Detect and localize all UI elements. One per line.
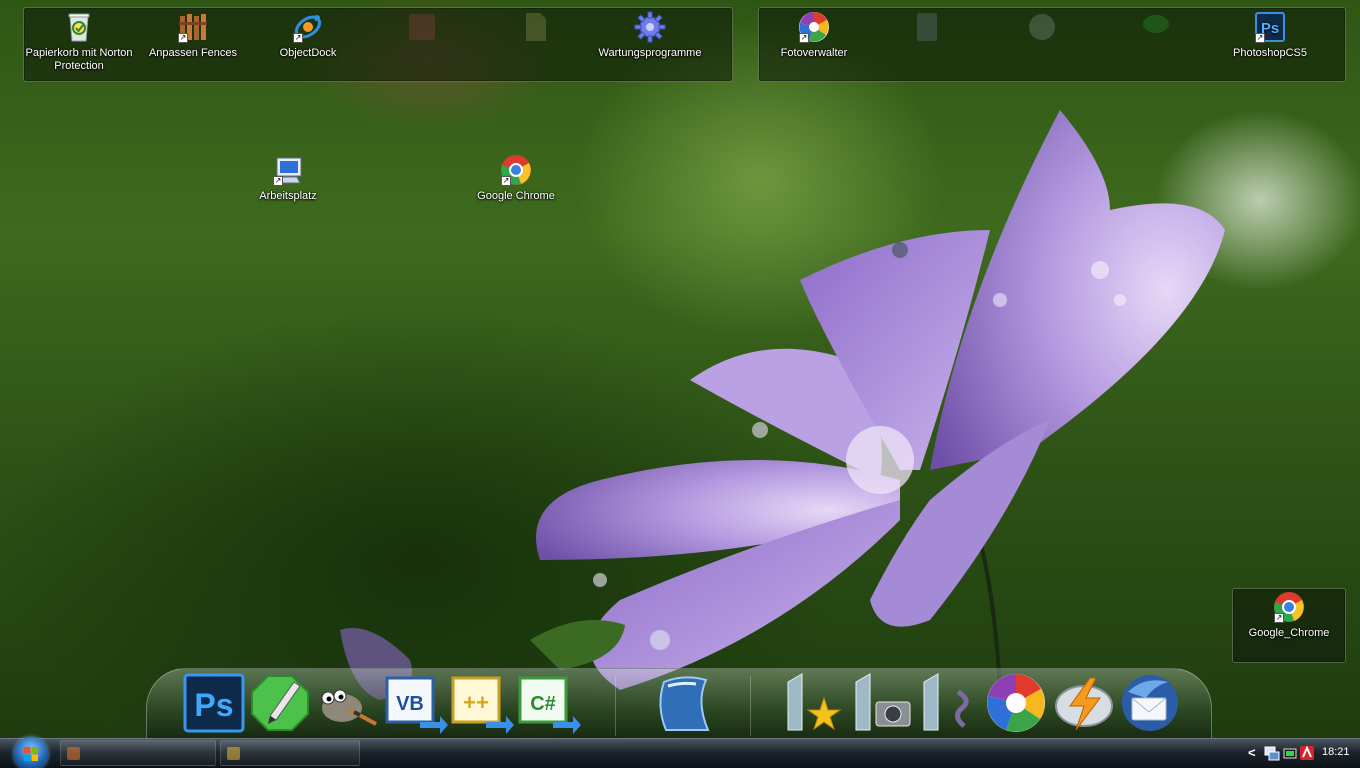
- desktop-icon-photoshopcs5[interactable]: Ps ↗ PhotoshopCS5: [1215, 10, 1325, 60]
- desktop-icon-label: ObjectDock: [279, 47, 337, 59]
- faded-app-icon: [409, 14, 435, 40]
- visual-cpp-icon: ++: [451, 676, 514, 734]
- windows-logo-icon: [24, 747, 38, 761]
- network-icon[interactable]: [1264, 744, 1280, 762]
- openoffice-icon: [659, 676, 710, 731]
- dock-item-library-favorites[interactable]: [782, 672, 846, 734]
- desktop-icon-faded-app[interactable]: [872, 10, 982, 47]
- picasa-icon: [987, 674, 1045, 732]
- desktop-icon-label: Anpassen Fences: [148, 47, 238, 59]
- photoshop-icon: Ps: [183, 673, 245, 733]
- taskbar-button-firefox[interactable]: [60, 740, 216, 766]
- desktop-icon-label: Arbeitsplatz: [259, 190, 317, 202]
- dock-item-thunderbird[interactable]: [1118, 672, 1182, 734]
- clock[interactable]: 18:21: [1322, 746, 1350, 758]
- shortcut-arrow-icon: ↗: [273, 176, 283, 186]
- desktop-icon-fotoverwalter[interactable]: ↗ Fotoverwalter: [759, 10, 869, 60]
- firefox-icon: [67, 747, 80, 760]
- dock-item-text: C#: [530, 693, 556, 715]
- gimp-icon: [321, 689, 377, 726]
- desktop-icon-label: PhotoshopCS5: [1233, 47, 1307, 59]
- battery-icon[interactable]: [1283, 744, 1297, 762]
- dock-item-openoffice[interactable]: [650, 672, 714, 734]
- wallpaper-flower: [340, 110, 1225, 700]
- desktop-icon-google-chrome[interactable]: ↗ Google Chrome: [461, 153, 571, 203]
- antivirus-icon[interactable]: [1299, 744, 1315, 762]
- dock-item-winamp[interactable]: [1052, 672, 1116, 734]
- inkscape-pen-icon: [251, 675, 309, 731]
- dock-item-inkscape[interactable]: [248, 672, 312, 734]
- library-favorites-icon: [787, 673, 842, 731]
- norton-recycle-bin-icon: [68, 13, 90, 42]
- winamp-icon: [1055, 677, 1113, 731]
- desktop-icon-norton-recycle-bin[interactable]: Papierkorb mit Norton Protection: [24, 10, 134, 73]
- desktop-icon-objectdock[interactable]: ↗ ObjectDock: [253, 10, 363, 60]
- faded-app-icon: [917, 13, 937, 41]
- desktop-icon-faded-app[interactable]: [1101, 10, 1211, 47]
- desktop-icon-arbeitsplatz[interactable]: ↗ Arbeitsplatz: [233, 153, 343, 203]
- dock-separator: [615, 676, 616, 736]
- dock-item-photoshop[interactable]: Ps: [182, 672, 246, 734]
- dock-item-visual-csharp[interactable]: C#: [517, 672, 581, 734]
- desktop-icon-label: Google_Chrome: [1248, 627, 1330, 639]
- shortcut-arrow-icon: ↗: [293, 33, 303, 43]
- desktop-icon-anpassen-fences[interactable]: ↗ Anpassen Fences: [138, 10, 248, 60]
- shortcut-arrow-icon: ↗: [1274, 613, 1284, 623]
- folder-icon: [227, 747, 240, 760]
- shortcut-arrow-icon: ↗: [501, 176, 511, 186]
- desktop-icon-faded-app[interactable]: [367, 10, 477, 47]
- desktop-icon-label: Google Chrome: [477, 190, 555, 202]
- desktop-icon-faded-file[interactable]: [480, 10, 590, 47]
- desktop-icon-label: Fotoverwalter: [780, 47, 848, 59]
- visual-basic-icon: VB: [385, 676, 448, 734]
- faded-file-icon: [526, 13, 546, 41]
- dock-item-library-pictures[interactable]: [850, 672, 914, 734]
- tray-expand-button[interactable]: <: [1248, 745, 1256, 763]
- visual-csharp-icon: C#: [518, 676, 581, 734]
- dock-item-text: Ps: [194, 687, 233, 723]
- shortcut-arrow-icon: ↗: [178, 33, 188, 43]
- shortcut-arrow-icon: ↗: [1255, 33, 1265, 43]
- taskbar-button-folder[interactable]: [220, 740, 360, 766]
- gear-icon: [634, 11, 666, 43]
- library-music-icon: [923, 673, 969, 731]
- dock-item-visual-cpp[interactable]: ++: [450, 672, 514, 734]
- faded-app-icon: [1029, 14, 1055, 40]
- thunderbird-icon: [1122, 675, 1178, 731]
- desktop-icon-wartungsprogramme[interactable]: Wartungsprogramme: [595, 10, 705, 60]
- dock-item-text: ++: [463, 690, 489, 715]
- shortcut-arrow-icon: ↗: [799, 33, 809, 43]
- dock-item-text: VB: [396, 693, 424, 715]
- desktop-icon-faded-app[interactable]: [987, 10, 1097, 47]
- library-pictures-icon: [855, 673, 911, 731]
- dock-item-gimp[interactable]: [314, 672, 378, 734]
- desktop-icon-label: Wartungsprogramme: [598, 47, 702, 59]
- desktop-icon-label: Papierkorb mit Norton Protection: [25, 47, 133, 72]
- dock-item-library-music[interactable]: [918, 672, 982, 734]
- start-button[interactable]: [14, 737, 48, 768]
- desktop-icon-google-chrome-fence[interactable]: ↗ Google_Chrome: [1234, 590, 1344, 640]
- faded-app-icon: [1143, 15, 1169, 33]
- dock-item-picasa[interactable]: [984, 672, 1048, 734]
- dock-separator: [750, 676, 751, 736]
- dock-item-visual-basic[interactable]: VB: [384, 672, 448, 734]
